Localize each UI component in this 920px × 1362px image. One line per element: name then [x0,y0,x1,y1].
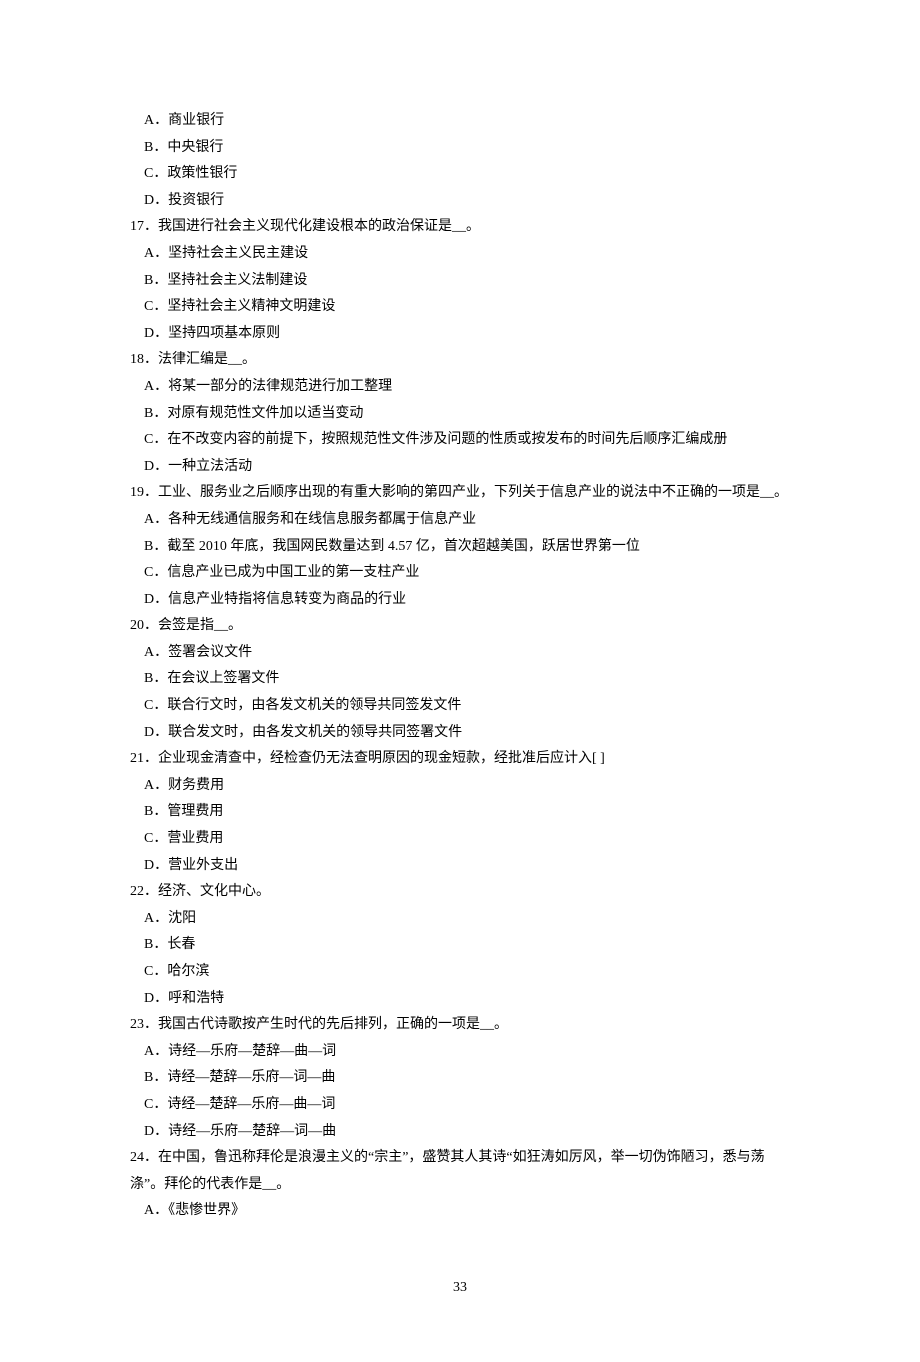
text-line: C．诗经—楚辞—乐府—曲—词 [130,1092,790,1119]
text-line: C．营业费用 [130,826,790,853]
text-line: 19．工业、服务业之后顺序出现的有重大影响的第四产业，下列关于信息产业的说法中不… [130,480,790,507]
text-line: A．财务费用 [130,773,790,800]
text-line: B．在会议上签署文件 [130,666,790,693]
text-line: A．商业银行 [130,108,790,135]
text-line: 18．法律汇编是__。 [130,347,790,374]
text-line: D．一种立法活动 [130,454,790,481]
text-line: A．坚持社会主义民主建设 [130,241,790,268]
text-line: D．投资银行 [130,188,790,215]
text-line: B．截至 2010 年底，我国网民数量达到 4.57 亿，首次超越美国，跃居世界… [130,534,790,561]
text-line: A．签署会议文件 [130,640,790,667]
page-number: 33 [130,1275,790,1302]
text-line: B．对原有规范性文件加以适当变动 [130,401,790,428]
text-line: A．《悲惨世界》 [130,1198,790,1225]
text-line: D．信息产业特指将信息转变为商品的行业 [130,587,790,614]
text-line: B．坚持社会主义法制建设 [130,268,790,295]
text-line: A．诗经—乐府—楚辞—曲—词 [130,1039,790,1066]
text-line: 20．会签是指__。 [130,613,790,640]
text-line: C．信息产业已成为中国工业的第一支柱产业 [130,560,790,587]
text-line: A．将某一部分的法律规范进行加工整理 [130,374,790,401]
text-line: B．长春 [130,932,790,959]
text-line: 22．经济、文化中心。 [130,879,790,906]
text-line: D．坚持四项基本原则 [130,321,790,348]
text-line: A．沈阳 [130,906,790,933]
text-line: C．政策性银行 [130,161,790,188]
document-body: A．商业银行B．中央银行C．政策性银行D．投资银行17．我国进行社会主义现代化建… [130,108,790,1225]
text-line: 24．在中国，鲁迅称拜伦是浪漫主义的“宗主”，盛赞其人其诗“如狂涛如厉风，举一切… [130,1145,790,1198]
text-line: 21．企业现金清查中，经检查仍无法查明原因的现金短款，经批准后应计入[ ] [130,746,790,773]
text-line: D．诗经—乐府—楚辞—词—曲 [130,1119,790,1146]
text-line: D．联合发文时，由各发文机关的领导共同签署文件 [130,720,790,747]
text-line: D．呼和浩特 [130,986,790,1013]
text-line: C．坚持社会主义精神文明建设 [130,294,790,321]
text-line: 17．我国进行社会主义现代化建设根本的政治保证是__。 [130,214,790,241]
text-line: 23．我国古代诗歌按产生时代的先后排列，正确的一项是__。 [130,1012,790,1039]
text-line: D．营业外支出 [130,853,790,880]
text-line: B．管理费用 [130,799,790,826]
text-line: C．哈尔滨 [130,959,790,986]
text-line: A．各种无线通信服务和在线信息服务都属于信息产业 [130,507,790,534]
text-line: C．联合行文时，由各发文机关的领导共同签发文件 [130,693,790,720]
text-line: B．中央银行 [130,135,790,162]
text-line: B．诗经—楚辞—乐府—词—曲 [130,1065,790,1092]
text-line: C．在不改变内容的前提下，按照规范性文件涉及问题的性质或按发布的时间先后顺序汇编… [130,427,790,454]
